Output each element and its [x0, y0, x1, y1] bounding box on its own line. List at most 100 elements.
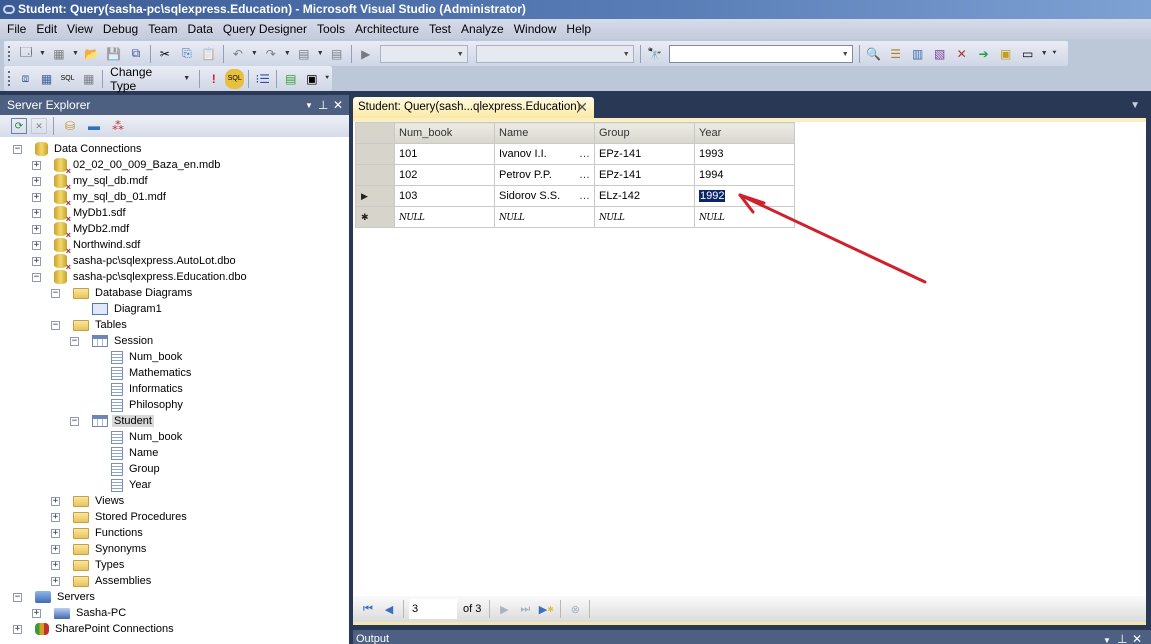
grid-cell[interactable]: 1994 [694, 164, 795, 186]
show-criteria-pane-icon[interactable]: ▦ [37, 69, 56, 89]
expand-icon[interactable]: + [32, 257, 41, 266]
solution-explorer-icon[interactable]: 🔍 [864, 44, 884, 64]
collapse-icon[interactable]: − [51, 321, 60, 330]
tree-node[interactable]: Student [92, 413, 154, 429]
toolbar-options-icon[interactable]: ⯆ [1052, 50, 1058, 58]
edit-text-ellipsis-button[interactable]: … [579, 190, 590, 202]
column-header[interactable]: Name [494, 122, 595, 144]
menu-analyze[interactable]: Analyze [456, 19, 509, 39]
tree-node[interactable]: SharePoint Connections [35, 621, 176, 637]
expand-icon[interactable]: + [51, 497, 60, 506]
undo-icon[interactable]: ↶ [228, 44, 248, 64]
new-project-icon[interactable]: 🗔 [16, 44, 36, 64]
collapse-icon[interactable]: − [70, 337, 79, 346]
tree-node[interactable]: sasha-pc\sqlexpress.Education.dbo [54, 269, 249, 285]
edit-text-ellipsis-button[interactable]: … [579, 148, 590, 160]
menu-tools[interactable]: Tools [312, 19, 350, 39]
expand-icon[interactable]: + [32, 177, 41, 186]
navigate-backward-dropdown[interactable]: ▼ [317, 50, 324, 57]
grid-cell[interactable]: ELz-142 [594, 185, 695, 207]
last-record-icon[interactable]: ⏭ [516, 600, 534, 618]
connect-to-database-icon[interactable]: ⛁ [60, 116, 80, 136]
row-selector[interactable]: ✱ [355, 206, 395, 228]
new-record-icon[interactable]: ▶ ✱ [537, 600, 555, 618]
toolbox-icon[interactable]: ✕ [952, 44, 972, 64]
show-diagram-pane-icon[interactable]: ⧈ [16, 69, 35, 89]
expand-icon[interactable]: + [51, 577, 60, 586]
execute-sql-icon[interactable]: ! [204, 69, 223, 89]
expand-icon[interactable]: + [51, 545, 60, 554]
expand-icon[interactable]: + [32, 241, 41, 250]
expand-icon[interactable]: + [32, 161, 41, 170]
auto-hide-pin-icon[interactable]: ⊥ [1117, 630, 1127, 644]
cut-icon[interactable]: ✂ [155, 44, 175, 64]
solution-platforms-combo[interactable]: ▼ [475, 44, 634, 63]
collapse-icon[interactable]: − [70, 417, 79, 426]
tree-node[interactable]: Database Diagrams [73, 285, 194, 301]
tree-node[interactable]: Assemblies [73, 573, 153, 589]
grid-cell[interactable]: NULL [594, 206, 695, 228]
redo-icon[interactable]: ↷ [261, 44, 281, 64]
collapse-icon[interactable]: − [13, 593, 22, 602]
tree-node[interactable]: Northwind.sdf [54, 237, 142, 256]
current-record-input[interactable]: 3 [409, 599, 457, 619]
menu-file[interactable]: File [2, 19, 31, 39]
tree-node[interactable]: Functions [73, 525, 145, 541]
grid-cell[interactable]: 103 [394, 185, 495, 207]
column-header[interactable]: Group [594, 122, 695, 144]
find-in-files-icon[interactable]: 🔭 [645, 44, 665, 64]
add-item-dropdown[interactable]: ▼ [72, 50, 79, 57]
add-new-derived-table-icon[interactable]: ▣ [302, 69, 321, 89]
tree-node[interactable]: sasha-pc\sqlexpress.AutoLot.dbo [54, 253, 238, 272]
command-window-dropdown[interactable]: ▼ [1041, 50, 1048, 57]
tree-node[interactable]: MyDb1.sdf [54, 205, 128, 224]
grid-cell[interactable]: NULL [394, 206, 495, 228]
tree-node[interactable]: Num_book [111, 429, 184, 445]
toolbar-grip[interactable] [8, 71, 11, 86]
next-record-icon[interactable]: ▶ [495, 600, 513, 618]
tree-node[interactable]: Philosophy [111, 397, 185, 413]
copy-icon[interactable]: ⎘ [177, 44, 197, 64]
add-table-icon[interactable]: ▤ [281, 69, 300, 89]
tree-node[interactable]: Views [73, 493, 126, 509]
add-item-icon[interactable]: ▦ [49, 44, 69, 64]
find-combo[interactable]: ▼ [668, 44, 853, 63]
undo-dropdown[interactable]: ▼ [251, 50, 258, 57]
save-icon[interactable]: 💾 [104, 44, 124, 64]
paste-icon[interactable]: 📋 [199, 44, 219, 64]
output-panel-header[interactable]: Output ▼ ⊥ ✕ [353, 630, 1151, 644]
tree-node[interactable]: Sasha-PC [54, 605, 128, 621]
row-header-corner[interactable] [355, 122, 395, 144]
menu-architecture[interactable]: Architecture [350, 19, 424, 39]
grid-cell[interactable]: NULL [694, 206, 795, 228]
tree-node[interactable]: Informatics [111, 381, 185, 397]
grid-cell[interactable]: EPz-141 [594, 143, 695, 165]
edit-text-ellipsis-button[interactable]: … [579, 169, 590, 181]
grid-cell[interactable]: EPz-141 [594, 164, 695, 186]
active-files-dropdown-icon[interactable]: ▼ [1130, 100, 1140, 111]
grid-cell[interactable]: Petrov P.P.… [494, 164, 595, 186]
tree-node[interactable]: 02_02_00_009_Baza_en.mdb [54, 157, 222, 176]
connect-to-server-icon[interactable]: ▬ [84, 116, 104, 136]
redo-dropdown[interactable]: ▼ [284, 50, 291, 57]
open-file-icon[interactable]: 📂 [82, 44, 102, 64]
close-icon[interactable]: ✕ [1132, 630, 1142, 644]
tree-node[interactable]: Year [111, 477, 153, 493]
menu-data[interactable]: Data [183, 19, 218, 39]
grid-cell[interactable]: Sidorov S.S.… [494, 185, 595, 207]
auto-hide-pin-icon[interactable]: ⊥ [318, 95, 328, 115]
connect-to-sharepoint-icon[interactable]: ⁂ [108, 116, 128, 136]
tree-node[interactable]: my_sql_db.mdf [54, 173, 150, 192]
group-by-icon[interactable]: ⁝☰ [253, 69, 272, 89]
toolbar-options-icon[interactable]: ⯆ [324, 75, 330, 83]
tree-node[interactable]: Session [92, 333, 155, 349]
command-window-icon[interactable]: ▭ [1018, 44, 1038, 64]
window-position-icon[interactable]: ▼ [1103, 632, 1111, 644]
class-view-icon[interactable]: ▧ [930, 44, 950, 64]
save-all-icon[interactable]: ⧉ [126, 44, 146, 64]
menu-edit[interactable]: Edit [31, 19, 62, 39]
menu-debug[interactable]: Debug [98, 19, 143, 39]
collapse-icon[interactable]: − [51, 289, 60, 298]
expand-icon[interactable]: + [51, 561, 60, 570]
tree-node[interactable]: Synonyms [73, 541, 148, 557]
